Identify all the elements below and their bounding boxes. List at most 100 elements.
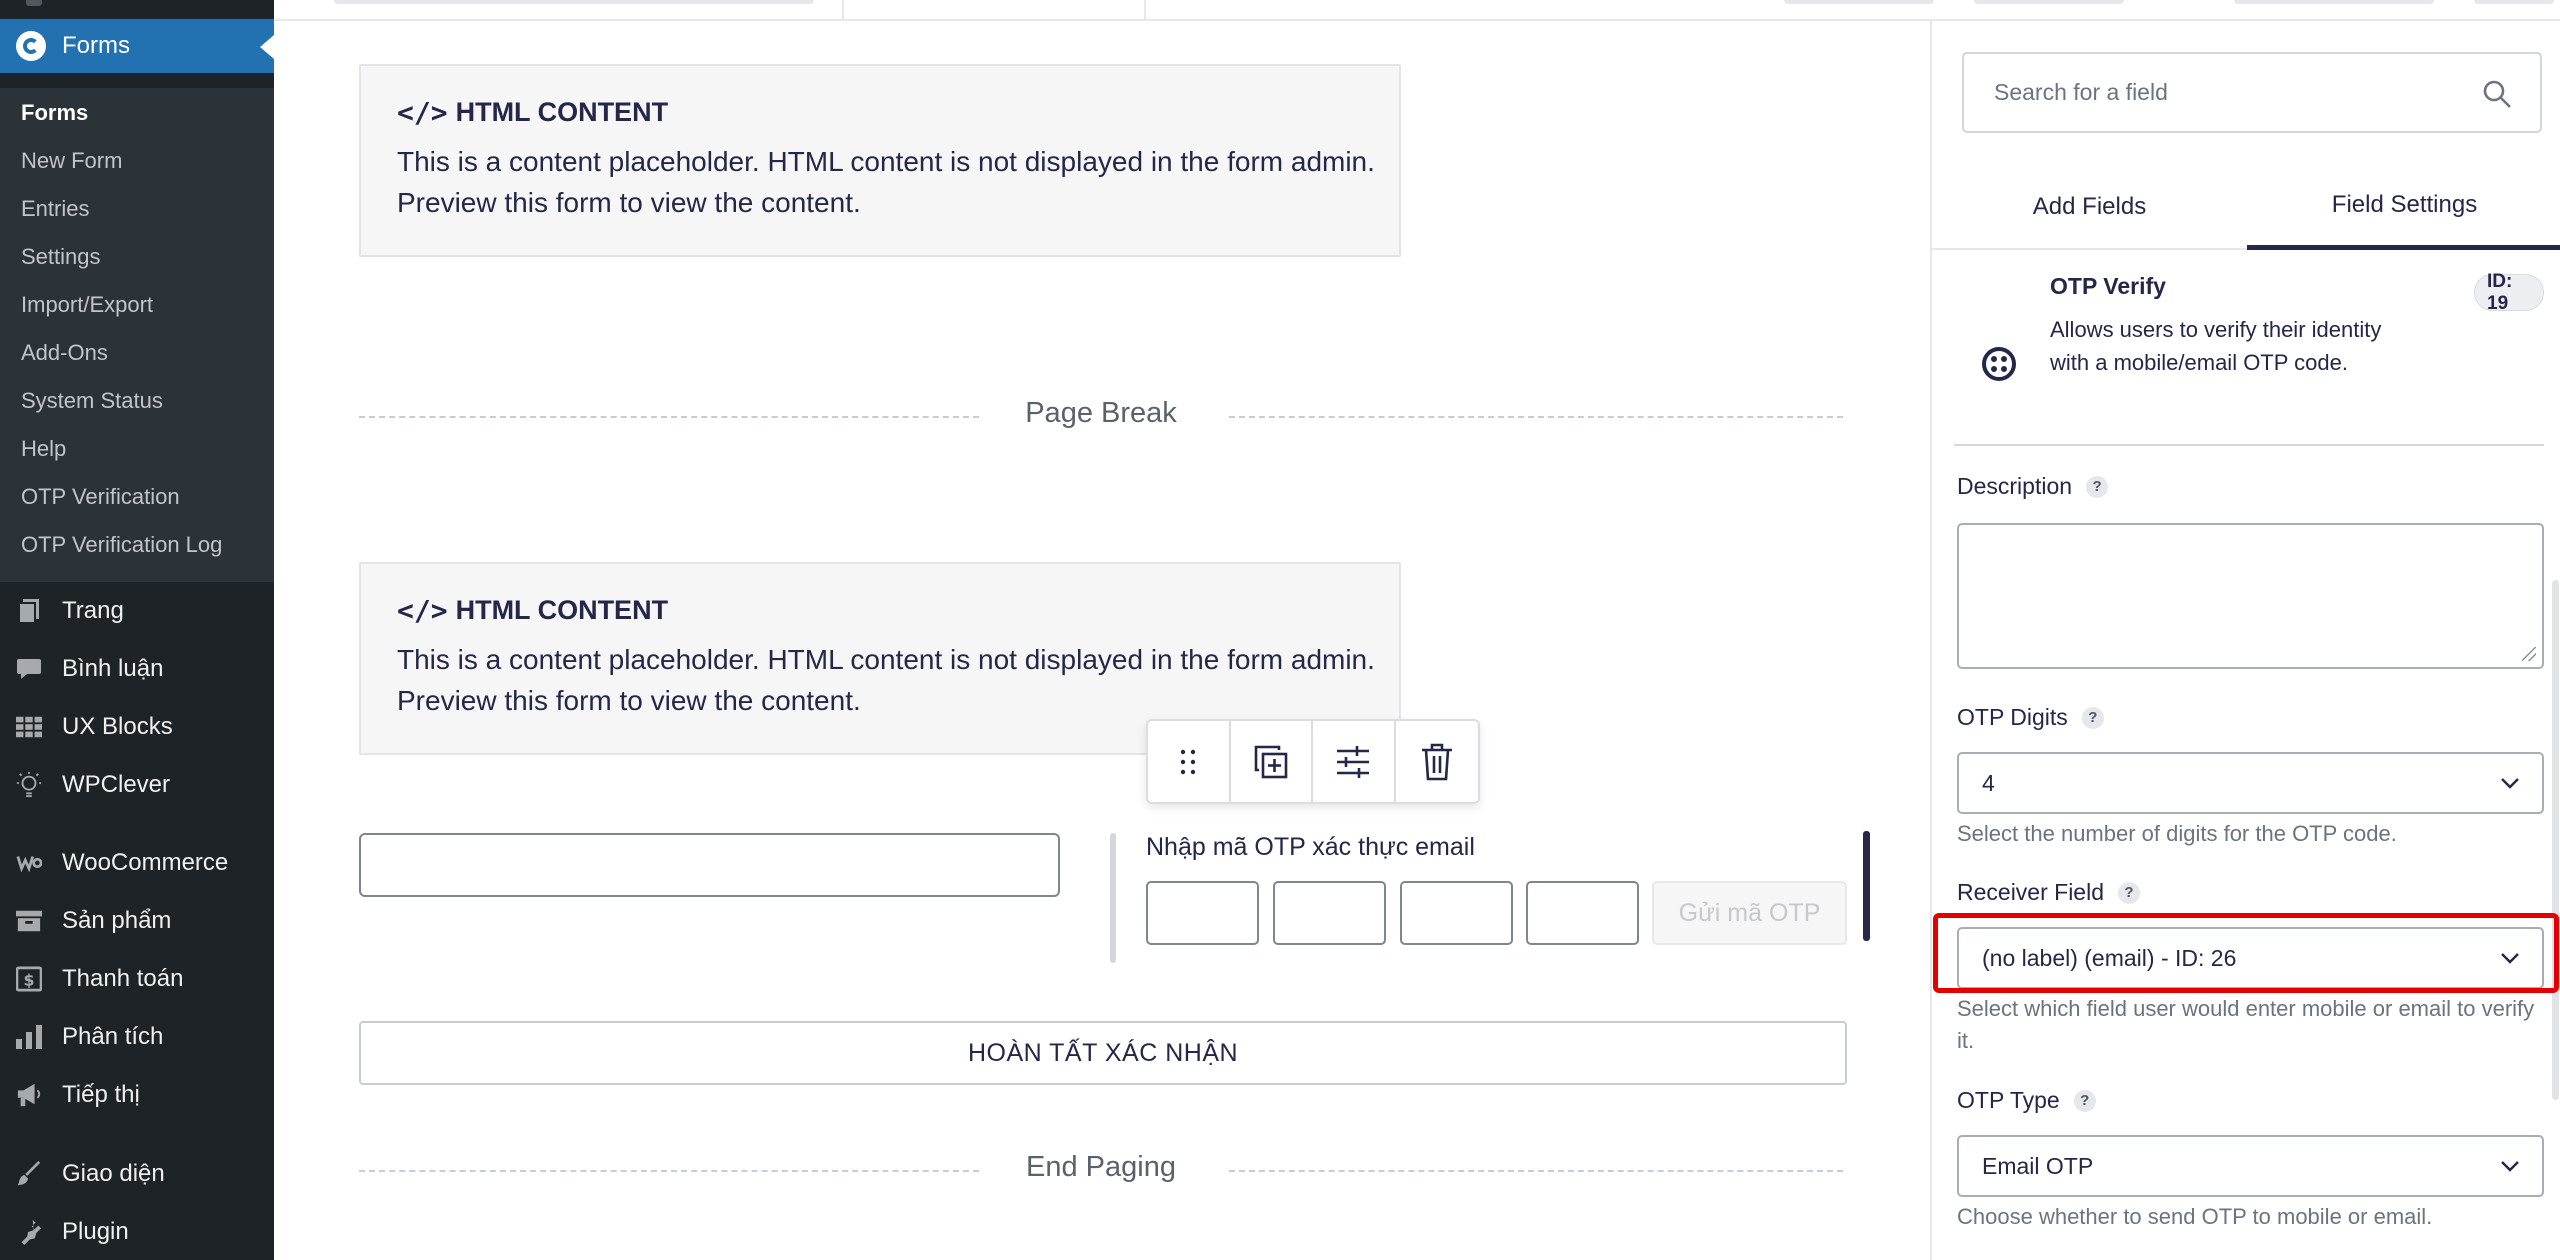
chevron-down-icon (2501, 778, 2519, 789)
html-block-title: HTML CONTENT (455, 97, 669, 127)
submenu-otp-verification-log[interactable]: OTP Verification Log (21, 532, 222, 558)
sidebar-item-phan-tich[interactable]: Phân tích (0, 1012, 274, 1062)
html-block-title: HTML CONTENT (455, 595, 669, 625)
gravity-forms-icon (16, 31, 46, 61)
chevron-down-icon (2501, 1161, 2519, 1172)
help-icon[interactable]: ? (2073, 1089, 2096, 1112)
sidebar-item-binh-luan[interactable]: Bình luận (0, 644, 274, 694)
html-block-text: This is a content placeholder. HTML cont… (397, 644, 1375, 716)
sidebar-item-plugin[interactable]: Plugin (0, 1207, 274, 1257)
editor-top-toolbar (274, 0, 2560, 21)
submenu-otp-verification[interactable]: OTP Verification (21, 484, 180, 510)
archive-icon (16, 908, 42, 934)
lightbulb-icon (16, 772, 42, 798)
field-type-description: Allows users to verify their identity wi… (2050, 317, 2382, 375)
tab-add-fields[interactable]: Add Fields (1932, 164, 2247, 250)
toolbar-segment (1784, 0, 1934, 4)
receiver-field-hint: Select which field user would enter mobi… (1957, 996, 2535, 1053)
otp-field-label: Nhập mã OTP xác thực email (1146, 833, 1475, 861)
field-left-bar (1110, 833, 1116, 963)
help-icon[interactable]: ? (2086, 475, 2109, 498)
sidebar-item-san-pham[interactable]: Sản phẩm (0, 896, 274, 946)
description-input[interactable] (1959, 525, 2542, 667)
otp-digit-box-4[interactable] (1526, 881, 1639, 945)
otp-type-setting-label: OTP Type ? (1957, 1087, 2096, 1114)
description-textarea[interactable] (1957, 523, 2544, 669)
duplicate-field-button[interactable] (1231, 721, 1313, 802)
twilio-icon (1982, 347, 2016, 381)
submenu-new-form[interactable]: New Form (21, 148, 122, 174)
sidebar-item-tiep-thi[interactable]: Tiếp thị (0, 1070, 274, 1120)
comments-icon (16, 656, 42, 682)
field-id-badge: ID: 19 (2474, 271, 2544, 314)
plugin-icon (16, 1219, 42, 1245)
otp-type-hint: Choose whether to send OTP to mobile or … (1957, 1204, 2433, 1229)
sidebar-item-ux-blocks[interactable]: UX Blocks (0, 702, 274, 752)
field-search-input[interactable] (1964, 54, 2540, 131)
highlight-annotation-box (1933, 913, 2559, 993)
code-icon: </> (397, 96, 448, 129)
resize-handle-icon[interactable] (2522, 647, 2536, 661)
sidebar-item-forms[interactable]: Forms (0, 19, 274, 73)
help-icon[interactable]: ? (2118, 881, 2140, 904)
field-settings-button[interactable] (1313, 721, 1396, 802)
toolbar-segment (334, 0, 814, 4)
panel-scrollbar[interactable] (2552, 580, 2559, 1100)
submenu-settings[interactable]: Settings (21, 244, 101, 270)
otp-digits-select[interactable]: 4 (1957, 752, 2544, 814)
pages-icon (16, 598, 42, 624)
current-menu-arrow (260, 35, 274, 59)
html-content-field-1[interactable]: </> HTML CONTENT This is a content place… (359, 64, 1401, 257)
delete-field-button[interactable] (1396, 721, 1478, 802)
sidebar-item-wpclever[interactable]: WPClever (0, 760, 274, 810)
help-icon[interactable]: ? (2081, 706, 2104, 729)
end-paging-field[interactable]: End Paging (359, 1151, 1843, 1191)
send-otp-button[interactable]: Gửi mã OTP (1652, 881, 1847, 945)
otp-verify-field[interactable]: Nhập mã OTP xác thực email Gửi mã OTP (1110, 831, 1870, 966)
field-info-card: OTP Verify Allows users to verify their … (1954, 261, 2544, 446)
email-field-preview[interactable] (359, 833, 1060, 897)
finish-confirmation-button[interactable]: HOÀN TẤT XÁC NHẬN (359, 1021, 1847, 1085)
end-paging-label: End Paging (1026, 1151, 1176, 1183)
submenu-add-ons[interactable]: Add-Ons (21, 340, 108, 366)
sidebar-item-label: Forms (62, 32, 130, 59)
sidebar-item-thanh-toan[interactable]: $ Thanh toán (0, 954, 274, 1004)
drag-handle-icon (1181, 749, 1196, 774)
trash-icon (1421, 743, 1452, 780)
otp-digits-setting-label: OTP Digits ? (1957, 704, 2104, 731)
otp-digit-box-3[interactable] (1400, 881, 1513, 945)
toolbar-segment (1974, 0, 2124, 4)
code-icon: </> (397, 594, 448, 627)
page-break-label: Page Break (1025, 397, 1177, 429)
field-search (1962, 52, 2542, 133)
svg-text:$: $ (24, 971, 35, 990)
otp-type-select[interactable]: Email OTP (1957, 1135, 2544, 1197)
sliders-icon (1337, 745, 1370, 778)
sidebar-item-trang[interactable]: Trang (0, 586, 274, 636)
panel-tabs: Add Fields Field Settings (1932, 164, 2560, 250)
search-icon[interactable] (2482, 79, 2512, 109)
submenu-entries[interactable]: Entries (21, 196, 89, 222)
grid-icon (16, 714, 42, 740)
toolbar-segment (2234, 0, 2434, 4)
dollar-icon: $ (16, 966, 42, 992)
submenu-system-status[interactable]: System Status (21, 388, 163, 414)
duplicate-icon (1254, 745, 1288, 778)
description-setting-label: Description ? (1957, 473, 2109, 500)
otp-digit-box-1[interactable] (1146, 881, 1259, 945)
form-editor-canvas: </> HTML CONTENT This is a content place… (274, 21, 1930, 1260)
submenu-forms[interactable]: Forms (21, 100, 88, 126)
field-settings-panel: Add Fields Field Settings OTP Verify All… (1930, 21, 2560, 1260)
submenu-import-export[interactable]: Import/Export (21, 292, 153, 318)
html-block-text: This is a content placeholder. HTML cont… (397, 146, 1375, 218)
submenu-help[interactable]: Help (21, 436, 66, 462)
drag-handle-button[interactable] (1148, 721, 1231, 802)
field-type-title: OTP Verify (2050, 273, 2166, 299)
tab-field-settings[interactable]: Field Settings (2247, 164, 2560, 250)
woocommerce-icon (16, 850, 42, 876)
bar-chart-icon (16, 1024, 42, 1050)
page-break-field[interactable]: Page Break (359, 397, 1843, 437)
otp-digit-box-2[interactable] (1273, 881, 1386, 945)
sidebar-item-woocommerce[interactable]: WooCommerce (0, 838, 274, 888)
sidebar-item-giao-dien[interactable]: Giao diện (0, 1149, 274, 1199)
